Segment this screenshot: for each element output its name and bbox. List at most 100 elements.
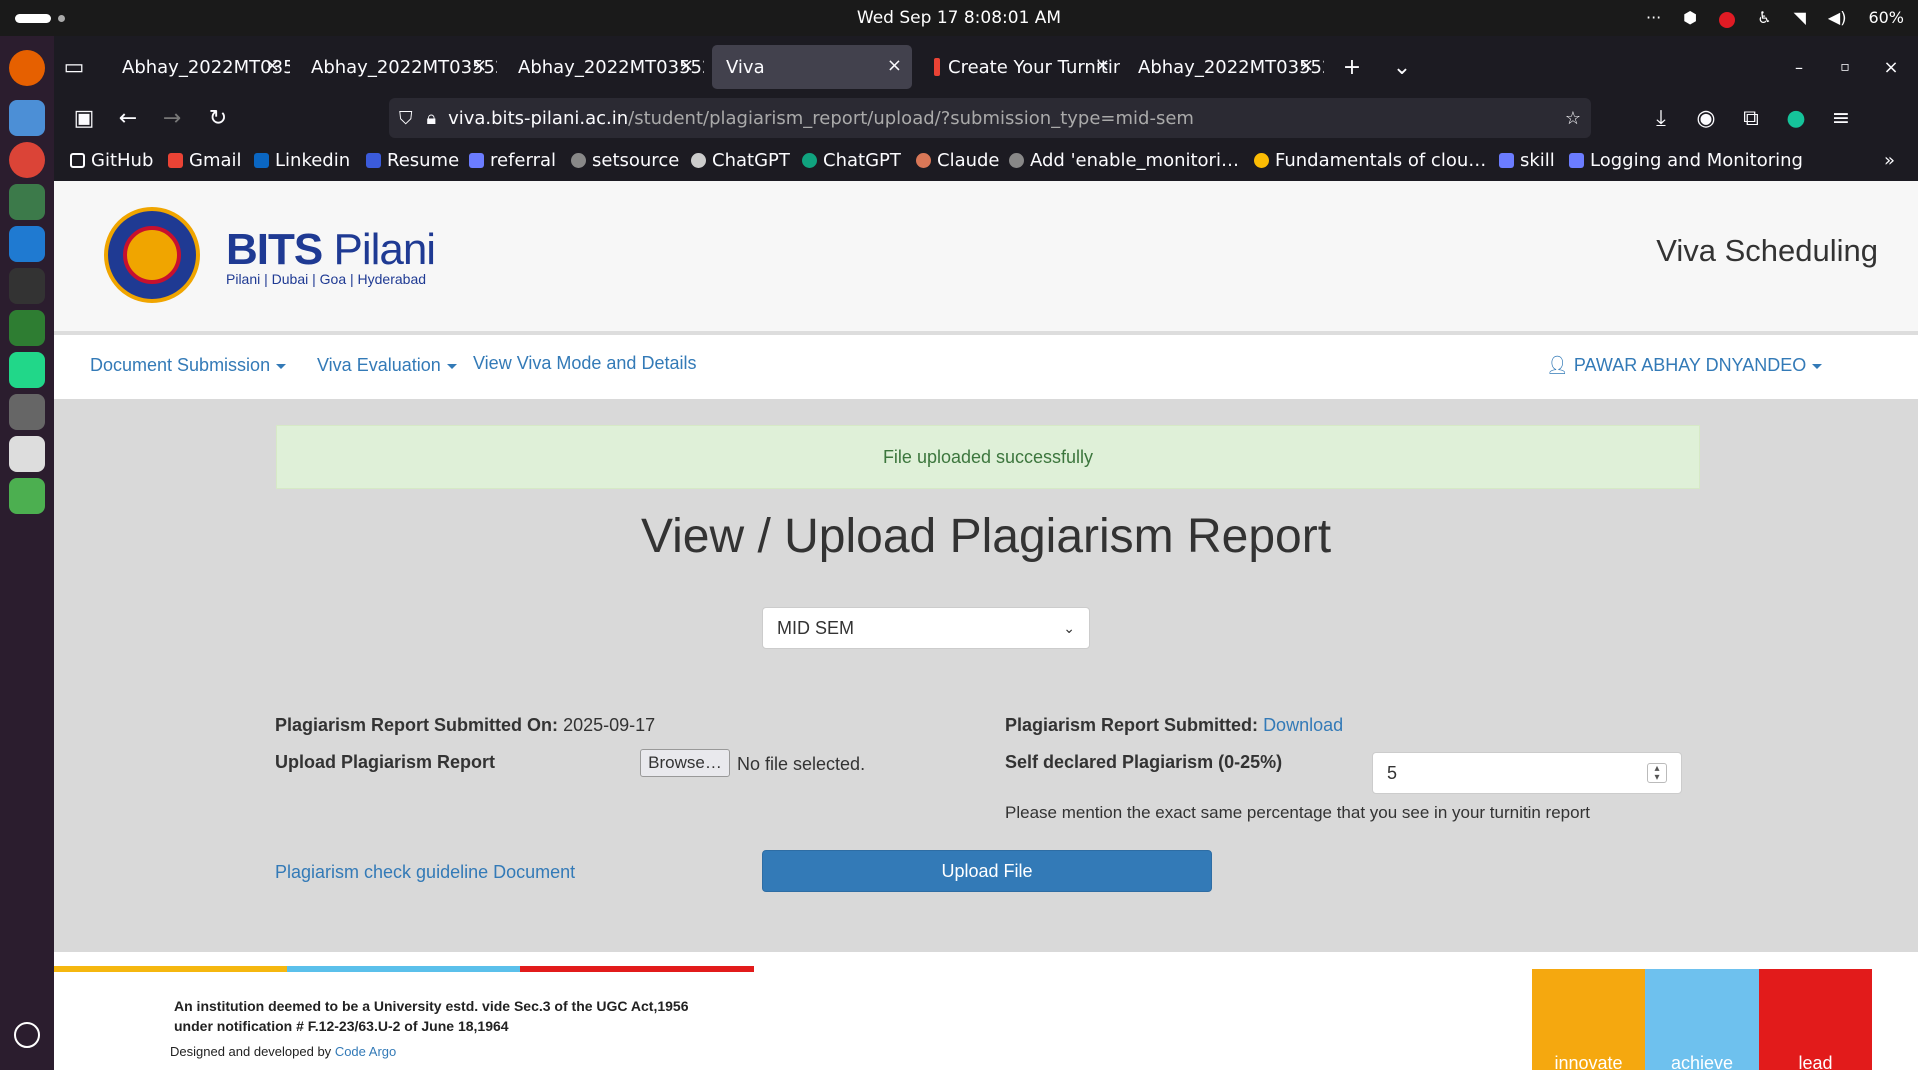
tab-label: Abhay_2022MT03552_MI (311, 56, 497, 78)
pycharm-icon[interactable] (9, 352, 45, 388)
new-tab-icon[interactable]: + (1332, 45, 1372, 89)
upload-file-button[interactable]: Upload File (762, 850, 1212, 892)
submission-type-select[interactable]: MID SEM ⌄ (762, 607, 1090, 649)
submitted-on-row: Plagiarism Report Submitted On: 2025-09-… (275, 715, 655, 736)
gmail-icon (168, 153, 183, 168)
bookmark-chatgpt-1[interactable]: ChatGPT (691, 150, 790, 171)
dnd-icon[interactable] (1719, 11, 1736, 28)
seal-inner (123, 226, 181, 284)
spreadsheet-icon[interactable] (9, 184, 45, 220)
image-viewer-icon[interactable] (9, 310, 45, 346)
bookmark-enable-monitoring[interactable]: Add 'enable_monitori… (1009, 150, 1239, 171)
maximize-icon[interactable]: ▫ (1825, 45, 1865, 89)
forward-icon[interactable]: → (152, 98, 192, 138)
settings-icon[interactable] (9, 394, 45, 430)
input-value: 5 (1387, 762, 1398, 783)
tab-overview-icon[interactable]: ▭ (54, 45, 94, 89)
battery-indicator[interactable]: 60% (1868, 8, 1904, 27)
bookmark-star-icon[interactable]: ☆ (1565, 108, 1581, 129)
reload-icon[interactable]: ↻ (198, 98, 238, 138)
self-declared-input[interactable]: 5 ▴ ▾ (1372, 752, 1682, 794)
minimize-icon[interactable]: – (1779, 45, 1819, 89)
main-menu: Document Submission Viva Evaluation View… (54, 335, 1918, 399)
lock-icon[interactable]: 🔒︎ (427, 108, 437, 129)
bookmark-label: setsource (592, 150, 680, 171)
tab-viva[interactable]: Viva × (712, 45, 912, 89)
menu-label: Document Submission (90, 355, 271, 375)
docs-icon (469, 153, 484, 168)
bookmark-chatgpt-2[interactable]: ChatGPT (802, 150, 901, 171)
bookmark-fundamentals[interactable]: Fundamentals of clou… (1254, 150, 1486, 171)
tab-list-icon[interactable]: ⌄ (1382, 45, 1422, 89)
bookmark-setsource[interactable]: setsource (571, 150, 679, 171)
shield-icon[interactable]: ⛉ (399, 108, 413, 129)
bookmark-gmail[interactable]: Gmail (168, 150, 242, 171)
tab-2[interactable]: Abhay_2022MT03552_MI× (297, 45, 497, 89)
stripe-blue (287, 966, 520, 972)
bookmark-linkedin[interactable]: Linkedin (254, 150, 350, 171)
chrome-icon[interactable] (9, 142, 45, 178)
close-icon[interactable]: × (472, 55, 487, 76)
vscode-icon[interactable] (9, 226, 45, 262)
wifi-icon[interactable]: ◥ (1794, 8, 1806, 27)
close-icon[interactable]: × (887, 55, 902, 76)
bookmark-skill[interactable]: skill (1499, 150, 1555, 171)
close-icon[interactable]: × (1299, 55, 1314, 76)
tab-6[interactable]: Abhay_2022MT03552_MI× (1124, 45, 1324, 89)
close-icon[interactable]: × (679, 55, 694, 76)
show-apps-icon[interactable] (14, 1022, 40, 1048)
tab-label: Abhay_2022MT03552_MI (1138, 56, 1324, 78)
more-bookmarks-icon[interactable]: » (1884, 150, 1895, 171)
back-icon[interactable]: ← (108, 98, 148, 138)
accessibility-icon[interactable]: ♿ (1757, 8, 1771, 27)
more-icon[interactable]: ··· (1646, 8, 1661, 27)
account-icon[interactable]: ◉ (1686, 98, 1726, 138)
dropbox-icon[interactable]: ⬢ (1683, 8, 1697, 27)
menu-view-viva[interactable]: View Viva Mode and Details (473, 353, 696, 374)
system-tray[interactable]: ··· ⬢ ♿ ◥ ◀) 60% (1646, 8, 1904, 28)
bookmark-referral[interactable]: referral (469, 150, 556, 171)
download-link[interactable]: Download (1263, 715, 1343, 735)
menu-icon[interactable]: ≡ (1821, 98, 1861, 138)
firefox-icon[interactable] (9, 50, 45, 86)
chatgpt-icon (802, 153, 817, 168)
files-icon[interactable] (9, 100, 45, 136)
system-clock[interactable]: Wed Sep 17 8:08:01 AM (0, 8, 1918, 28)
navigation-toolbar: ▣ ← → ↻ ⛉ 🔒︎ viva.bits-pilani.ac.in/stud… (54, 98, 1918, 138)
bookmark-logging[interactable]: Logging and Monitoring (1569, 150, 1803, 171)
guideline-link[interactable]: Plagiarism check guideline Document (275, 862, 575, 883)
document-viewer-icon[interactable] (9, 436, 45, 472)
claude-icon (916, 153, 931, 168)
browse-button[interactable]: Browse… (640, 749, 730, 777)
menu-document-submission[interactable]: Document Submission (90, 355, 287, 376)
bookmark-github[interactable]: GitHub (70, 150, 153, 171)
github-icon (1009, 153, 1024, 168)
tab-turnitin[interactable]: Create Your Turnitin P× (920, 45, 1120, 89)
menu-label: Viva Evaluation (317, 355, 441, 375)
user-menu[interactable]: 👤︎ PAWAR ABHAY DNYANDEO (1546, 355, 1823, 376)
spinner-icon[interactable]: ▴ ▾ (1647, 763, 1667, 783)
grammarly-icon[interactable]: ● (1776, 98, 1816, 138)
trash-icon[interactable] (9, 478, 45, 514)
code-argo-link[interactable]: Code Argo (335, 1044, 396, 1059)
bits-seal-logo[interactable] (104, 207, 200, 303)
tab-3[interactable]: Abhay_2022MT03552_MI× (504, 45, 704, 89)
bookmark-resume[interactable]: Resume (366, 150, 459, 171)
docs-icon (1499, 153, 1514, 168)
close-icon[interactable]: × (265, 55, 280, 76)
close-icon[interactable]: × (1095, 55, 1110, 76)
menu-viva-evaluation[interactable]: Viva Evaluation (317, 355, 457, 376)
volume-icon[interactable]: ◀) (1828, 8, 1847, 27)
window-close-icon[interactable]: × (1871, 45, 1911, 89)
extensions-icon[interactable]: ⧉ (1731, 98, 1771, 138)
terminal-icon[interactable] (9, 268, 45, 304)
bookmark-claude[interactable]: Claude (916, 150, 1000, 171)
no-file-text: No file selected. (737, 754, 866, 774)
logo-campuses: Pilani | Dubai | Goa | Hyderabad (226, 271, 427, 287)
designed-prefix: Designed and developed by (170, 1044, 332, 1059)
download-icon[interactable]: ⤓ (1641, 98, 1681, 138)
url-bar[interactable]: ⛉ 🔒︎ viva.bits-pilani.ac.in/student/plag… (389, 98, 1591, 138)
tab-1[interactable]: Abhay_2022MT03552_× (100, 45, 290, 89)
bits-wordmark[interactable]: BITS Pilani Pilani | Dubai | Goa | Hyder… (226, 225, 436, 287)
sidebar-icon[interactable]: ▣ (64, 98, 104, 138)
